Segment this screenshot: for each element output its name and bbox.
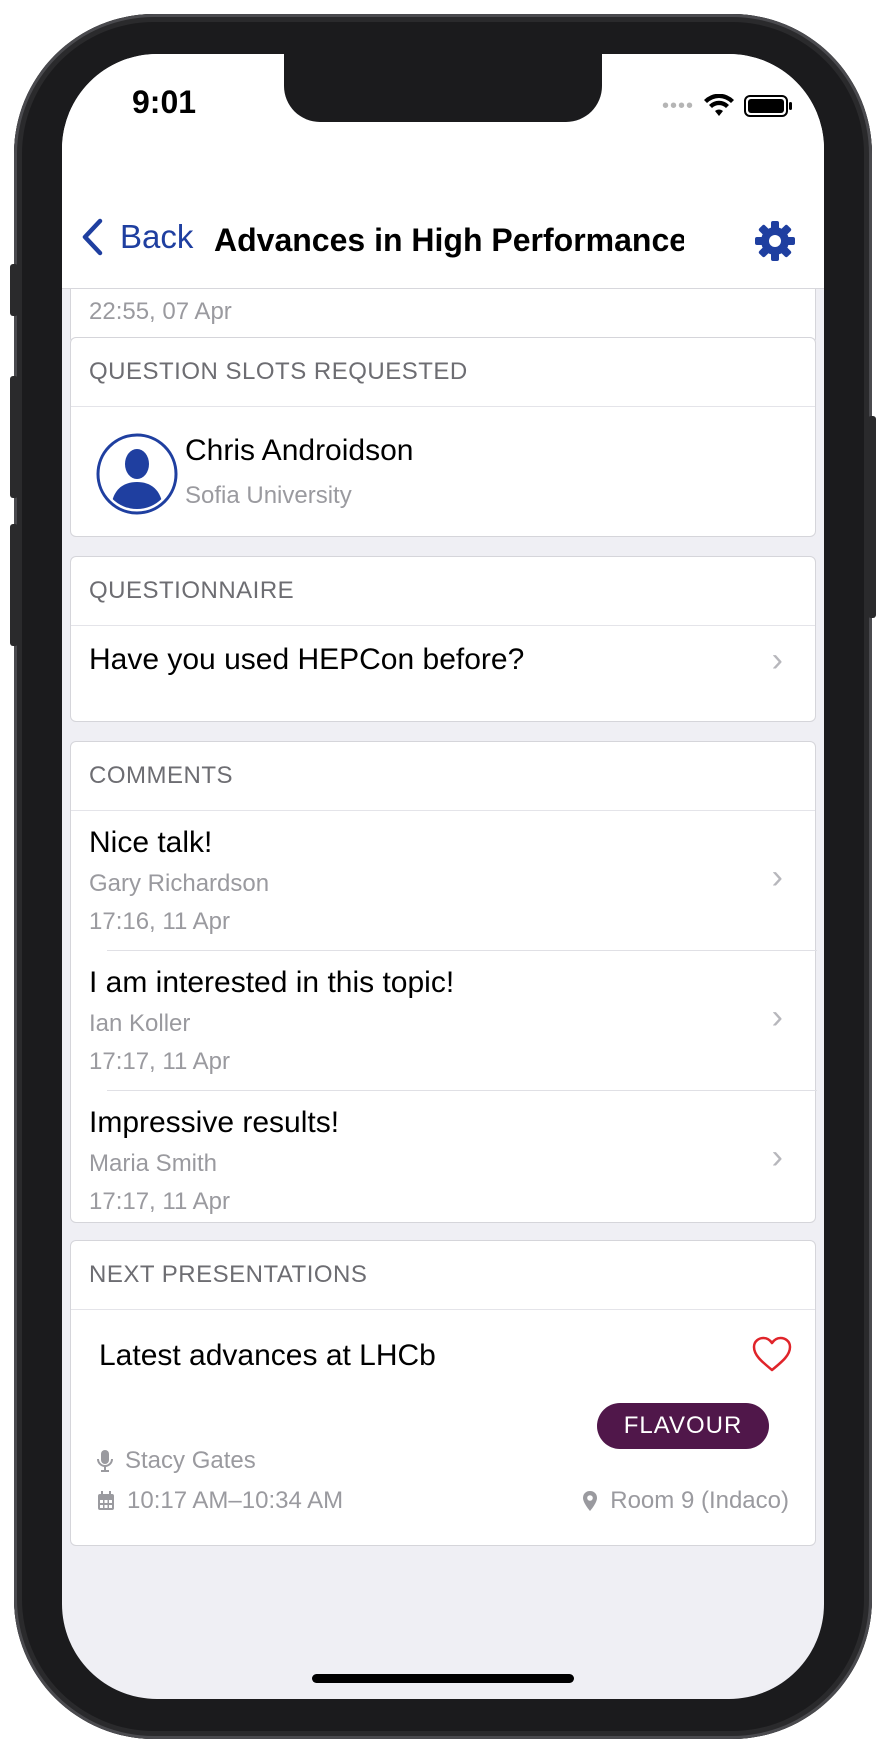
calendar-icon <box>98 1491 114 1510</box>
page-title: Advances in High Performance... <box>214 222 684 258</box>
speaker-name: Stacy Gates <box>125 1447 256 1474</box>
comments-header: COMMENTS <box>71 742 815 811</box>
comment-text: Nice talk! <box>89 826 213 859</box>
microphone-icon <box>97 1450 113 1472</box>
back-label: Back <box>120 218 194 255</box>
questionnaire-row[interactable]: Have you used HEPCon before? › <box>71 625 817 721</box>
comment-text: I am interested in this topic! <box>89 966 455 999</box>
questionnaire-question: Have you used HEPCon before? <box>89 643 525 676</box>
divider <box>107 950 817 951</box>
status-time: 9:01 <box>132 84 197 120</box>
timestamp: 22:55, 07 Apr <box>89 298 232 325</box>
comment-row[interactable]: Impressive results! Maria Smith 17:17, 1… <box>71 1090 817 1224</box>
back-button[interactable]: Back <box>80 218 193 256</box>
questionnaire-card: QUESTIONNAIRE Have you used HEPCon befor… <box>70 556 816 722</box>
navigation-bar: Back Advances in High Performance... <box>62 164 824 289</box>
notch <box>284 54 602 122</box>
heart-icon[interactable] <box>751 1335 793 1373</box>
chevron-right-icon: › <box>771 1138 783 1176</box>
next-presentations-header: NEXT PRESENTATIONS <box>71 1241 815 1310</box>
volume-up-button <box>10 376 18 498</box>
comment-time: 17:17, 11 Apr <box>89 1188 230 1215</box>
comment-time: 17:17, 11 Apr <box>89 1048 230 1075</box>
volume-down-button <box>10 524 18 646</box>
presentation-title: Latest advances at LHCb <box>99 1339 436 1372</box>
comment-author: Ian Koller <box>89 1010 191 1037</box>
power-button <box>868 416 876 618</box>
next-presentations-card: NEXT PRESENTATIONS Latest advances at LH… <box>70 1240 816 1546</box>
track-tag: FLAVOUR <box>597 1403 769 1449</box>
screen: 9:01 •••• Back Advances in High Performa… <box>62 54 824 1699</box>
comment-author: Maria Smith <box>89 1150 218 1177</box>
gear-icon[interactable] <box>752 218 798 264</box>
comment-row[interactable]: Nice talk! Gary Richardson 17:16, 11 Apr… <box>71 810 817 950</box>
comment-row[interactable]: I am interested in this topic! Ian Kolle… <box>71 950 817 1090</box>
presentation-row[interactable]: Latest advances at LHCb FLAVOUR Stacy Ga… <box>71 1309 817 1547</box>
room-name: Room 9 (Indaco) <box>610 1487 789 1514</box>
chevron-right-icon: › <box>771 641 783 679</box>
wifi-icon <box>704 94 734 116</box>
time-meta: 10:17 AM–10:34 AM <box>97 1487 343 1515</box>
status-icons: •••• <box>661 94 792 118</box>
battery-icon <box>744 95 792 117</box>
location-pin-icon <box>583 1491 598 1511</box>
question-slots-header: QUESTION SLOTS REQUESTED <box>71 338 815 407</box>
question-slots-card: QUESTION SLOTS REQUESTED Chris Androidso… <box>70 337 816 537</box>
divider <box>107 1090 817 1091</box>
comments-card: COMMENTS Nice talk! Gary Richardson 17:1… <box>70 741 817 1224</box>
presentation-time: 10:17 AM–10:34 AM <box>127 1487 344 1514</box>
person-name: Chris Androidson <box>185 434 414 467</box>
person-affiliation: Sofia University <box>185 482 352 509</box>
chevron-right-icon: › <box>771 858 783 896</box>
comment-time: 17:16, 11 Apr <box>89 908 230 935</box>
chevron-left-icon <box>82 218 103 256</box>
silent-switch <box>10 264 18 316</box>
comment-author: Gary Richardson <box>89 870 270 897</box>
home-indicator[interactable] <box>312 1674 574 1683</box>
room-meta: Room 9 (Indaco) <box>582 1487 789 1515</box>
chevron-right-icon: › <box>771 998 783 1036</box>
speaker-meta: Stacy Gates <box>97 1447 256 1475</box>
avatar-icon <box>96 433 178 515</box>
cellular-dots-icon: •••• <box>661 94 694 117</box>
comment-text: Impressive results! <box>89 1106 340 1139</box>
person-row[interactable]: Chris Androidson Sofia University <box>71 406 817 538</box>
questionnaire-header: QUESTIONNAIRE <box>71 557 815 626</box>
